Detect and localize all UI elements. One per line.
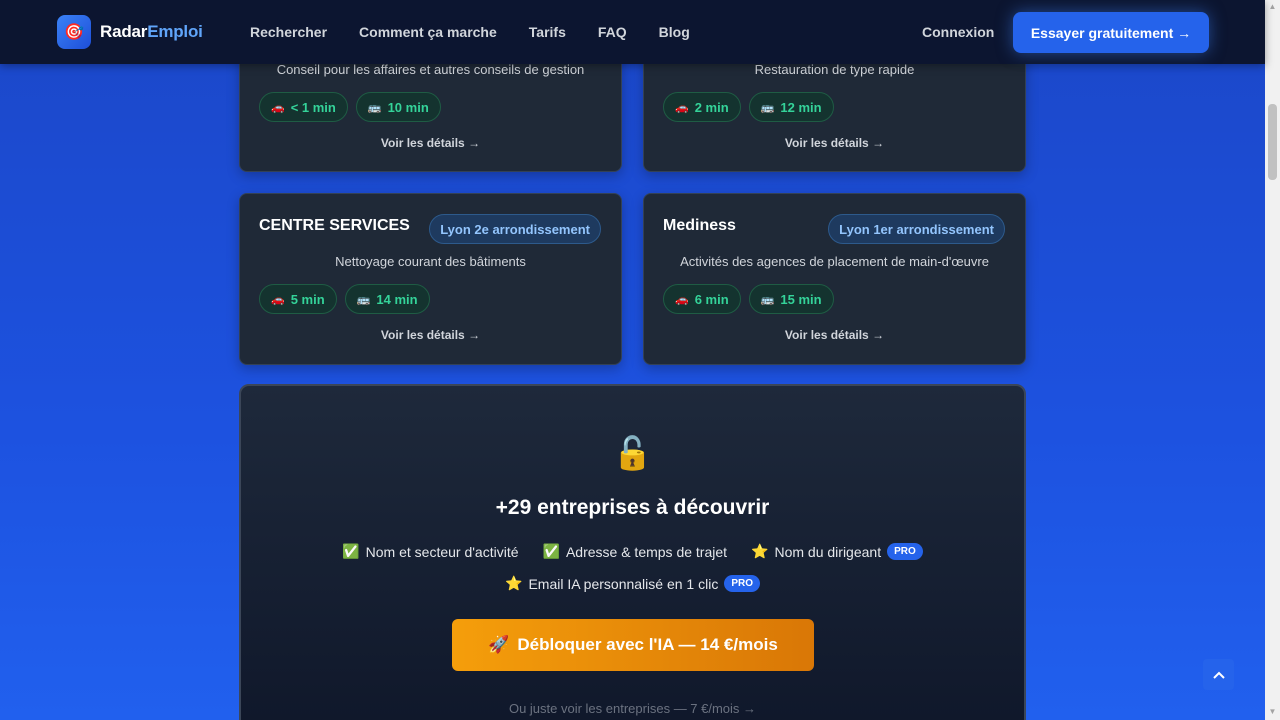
- details-link[interactable]: Voir les détails →: [240, 136, 621, 150]
- pro-badge: PRO: [887, 543, 923, 560]
- details-link[interactable]: Voir les détails →: [644, 136, 1025, 150]
- district-badge: Lyon 2e arrondissement: [429, 214, 601, 244]
- unlock-ai-button[interactable]: 🚀 Débloquer avec l'IA — 14 €/mois: [452, 619, 814, 671]
- car-time-pill: 🚗 2 min: [663, 92, 741, 122]
- bus-time-pill: 🚌 14 min: [344, 284, 430, 314]
- nav-link-blog[interactable]: Blog: [659, 24, 690, 40]
- car-icon: 🚗: [675, 101, 689, 114]
- pro-badge: PRO: [724, 575, 760, 592]
- car-time-pill: 🚗 < 1 min: [259, 92, 348, 122]
- scroll-up-arrow-icon[interactable]: ▲: [1266, 2, 1279, 12]
- company-sector: Nettoyage courant des bâtiments: [335, 254, 526, 269]
- district-badge: Lyon 1er arrondissement: [828, 214, 1005, 244]
- travel-times: 🚗 2 min 🚌 12 min: [663, 92, 834, 122]
- brand-name[interactable]: RadarEmploi: [100, 22, 203, 42]
- travel-times: 🚗 < 1 min 🚌 10 min: [259, 92, 441, 122]
- nav-link-rechercher[interactable]: Rechercher: [250, 24, 327, 40]
- features-row: ⭐ Email IA personnalisé en 1 clic PRO: [241, 575, 1024, 592]
- bus-icon: 🚌: [760, 293, 775, 306]
- feature-item: ⭐ Nom du dirigeant PRO: [751, 543, 923, 560]
- car-icon: 🚗: [271, 101, 285, 114]
- company-sector: Activités des agences de placement de ma…: [680, 254, 989, 269]
- check-icon: ✅: [542, 543, 560, 559]
- company-name: Mediness: [663, 217, 736, 234]
- details-link[interactable]: Voir les détails →: [644, 328, 1025, 342]
- rocket-icon: 🚀: [488, 635, 510, 654]
- bus-icon: 🚌: [760, 101, 775, 114]
- company-card[interactable]: CENTRE SERVICES Lyon 2e arrondissement N…: [239, 193, 622, 365]
- nav-link-tarifs[interactable]: Tarifs: [529, 24, 566, 40]
- bus-icon: 🚌: [356, 293, 371, 306]
- top-navbar: 🎯 RadarEmploi Rechercher Comment ça marc…: [0, 0, 1265, 64]
- scrollbar-thumb[interactable]: [1268, 104, 1277, 180]
- features-row: ✅ Nom et secteur d'activité ✅ Adresse & te…: [241, 543, 1024, 560]
- car-time-pill: 🚗 5 min: [259, 284, 337, 314]
- nav-links: Rechercher Comment ça marche Tarifs FAQ …: [250, 24, 690, 40]
- unlock-panel: 🔓 +29 entreprises à découvrir ✅ Nom et se…: [239, 384, 1026, 720]
- feature-item: ⭐ Email IA personnalisé en 1 clic PRO: [505, 575, 760, 592]
- star-icon: ⭐: [751, 543, 769, 559]
- target-logo-icon[interactable]: 🎯: [57, 15, 91, 49]
- travel-times: 🚗 5 min 🚌 14 min: [259, 284, 430, 314]
- check-icon: ✅: [342, 543, 360, 559]
- unlock-title: +29 entreprises à découvrir: [495, 496, 770, 519]
- travel-times: 🚗 6 min 🚌 15 min: [663, 284, 834, 314]
- car-icon: 🚗: [271, 293, 285, 306]
- feature-item: ✅ Adresse & temps de trajet: [542, 543, 728, 560]
- nav-link-faq[interactable]: FAQ: [598, 24, 627, 40]
- company-sector: Conseil pour les affaires et autres cons…: [276, 62, 585, 77]
- car-time-pill: 🚗 6 min: [663, 284, 741, 314]
- chevron-up-icon: [1212, 671, 1225, 679]
- company-name: CENTRE SERVICES: [259, 217, 410, 234]
- login-link[interactable]: Connexion: [922, 24, 994, 40]
- try-free-button[interactable]: Essayer gratuitement →: [1013, 12, 1209, 53]
- company-card[interactable]: Mediness Lyon 1er arrondissement Activit…: [643, 193, 1026, 365]
- basic-plan-link[interactable]: Ou juste voir les entreprises — 7 €/mois…: [241, 701, 1024, 716]
- bus-time-pill: 🚌 15 min: [748, 284, 834, 314]
- scroll-down-arrow-icon[interactable]: ▼: [1266, 707, 1279, 717]
- back-to-top-button[interactable]: [1203, 659, 1234, 690]
- car-icon: 🚗: [675, 293, 689, 306]
- feature-item: ✅ Nom et secteur d'activité: [342, 543, 519, 560]
- details-link[interactable]: Voir les détails →: [240, 328, 621, 342]
- nav-link-comment[interactable]: Comment ça marche: [359, 24, 497, 40]
- company-sector: Restauration de type rapide: [754, 62, 915, 77]
- bus-time-pill: 🚌 12 min: [748, 92, 834, 122]
- unlocked-lock-icon: 🔓: [612, 435, 653, 471]
- bus-time-pill: 🚌 10 min: [355, 92, 441, 122]
- bus-icon: 🚌: [367, 101, 382, 114]
- star-icon: ⭐: [505, 575, 523, 591]
